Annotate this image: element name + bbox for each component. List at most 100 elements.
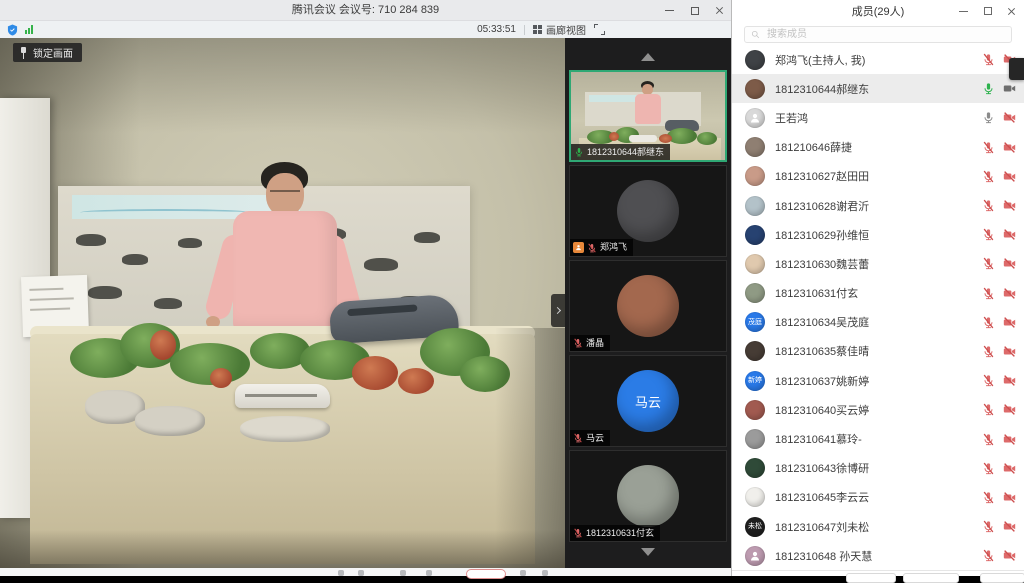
members-panel: 成员(29人) 郑鸿飞(主持人, 我) <box>731 0 1024 576</box>
mic-icon[interactable] <box>982 141 995 154</box>
member-row[interactable]: 1812310641慕玲- <box>732 424 1024 453</box>
camera-icon[interactable] <box>1003 287 1016 300</box>
toolbar-icon[interactable] <box>400 570 406 576</box>
maximize-icon[interactable] <box>981 5 994 18</box>
person-icon <box>749 550 761 562</box>
member-row[interactable]: 1812310631付玄 <box>732 279 1024 308</box>
mic-icon[interactable] <box>982 287 995 300</box>
maximize-icon[interactable] <box>688 4 701 17</box>
chevron-up-icon[interactable] <box>641 53 655 61</box>
member-row[interactable]: 1812310635蔡佳晴 <box>732 337 1024 366</box>
member-row[interactable]: 茂庭 1812310634吴茂庭 <box>732 308 1024 337</box>
member-av-controls <box>982 141 1016 154</box>
toolbar-icon[interactable] <box>426 570 432 576</box>
thumbnail-name: 1812310631付玄 <box>586 529 654 538</box>
camera-icon[interactable] <box>1003 170 1016 183</box>
toolbar-icon[interactable] <box>542 570 548 576</box>
mic-icon[interactable] <box>982 170 995 183</box>
member-row[interactable]: 1812310628谢君沂 <box>732 191 1024 220</box>
mic-icon[interactable] <box>982 374 995 387</box>
toolbar-icon[interactable] <box>358 570 364 576</box>
footer-button-cut[interactable] <box>903 573 959 583</box>
camera-icon[interactable] <box>1003 491 1016 504</box>
camera-icon[interactable] <box>1003 82 1016 95</box>
minimize-icon[interactable] <box>957 5 970 18</box>
mic-icon[interactable] <box>982 462 995 475</box>
member-row[interactable]: 181210646薛捷 <box>732 133 1024 162</box>
pin-view-button[interactable]: 锁定画面 <box>13 43 82 62</box>
thumbnail-name: 潘晶 <box>586 339 604 348</box>
mic-icon[interactable] <box>982 403 995 416</box>
mic-icon[interactable] <box>982 316 995 329</box>
mic-icon[interactable] <box>982 199 995 212</box>
chevron-down-icon[interactable] <box>641 548 655 556</box>
camera-icon[interactable] <box>1003 433 1016 446</box>
person-icon <box>749 112 761 124</box>
gallery-view-button[interactable]: 画廊视图 <box>533 22 586 37</box>
camera-icon[interactable] <box>1003 111 1016 124</box>
mic-icon[interactable] <box>573 338 583 348</box>
toolbar-icon[interactable] <box>520 570 526 576</box>
mic-icon[interactable] <box>982 111 995 124</box>
minimize-icon[interactable] <box>663 4 676 17</box>
member-row[interactable]: 1812310629孙维恒 <box>732 220 1024 249</box>
thumbnail-name: 1812310644郝继东 <box>587 148 664 157</box>
close-icon[interactable] <box>1005 5 1018 18</box>
camera-icon[interactable] <box>1003 141 1016 154</box>
mic-status-icon <box>573 433 583 443</box>
member-row[interactable]: 1812310640买云婷 <box>732 395 1024 424</box>
camera-icon[interactable] <box>1003 316 1016 329</box>
toolbar-icon[interactable] <box>338 570 344 576</box>
leave-meeting-button-cut[interactable] <box>466 569 506 579</box>
member-row[interactable]: 未松 1812310647刘未松 <box>732 512 1024 541</box>
camera-icon[interactable] <box>1003 549 1016 562</box>
member-avatar <box>745 50 765 70</box>
mic-icon[interactable] <box>982 257 995 270</box>
mic-icon[interactable] <box>982 433 995 446</box>
video-thumbnail[interactable]: 1812310631付玄 <box>569 450 727 542</box>
mic-icon[interactable] <box>574 147 584 157</box>
member-avatar <box>745 546 765 566</box>
video-thumbnail[interactable]: 郑鸿飞 <box>569 165 727 257</box>
video-thumbnail[interactable]: 马云 马云 <box>569 355 727 447</box>
camera-icon[interactable] <box>1003 462 1016 475</box>
mic-icon[interactable] <box>982 228 995 241</box>
member-name: 1812310630魏芸蕾 <box>775 256 982 272</box>
mic-icon[interactable] <box>587 243 597 253</box>
member-row[interactable]: 1812310630魏芸蕾 <box>732 249 1024 278</box>
member-row[interactable]: 王若鸿 <box>732 103 1024 132</box>
close-icon[interactable] <box>713 4 726 17</box>
mic-icon[interactable] <box>982 549 995 562</box>
member-name: 1812310644郝继东 <box>775 81 982 97</box>
scene-plant-red <box>210 368 232 388</box>
member-row[interactable]: 新婷 1812310637姚新婷 <box>732 366 1024 395</box>
member-row[interactable]: 1812310627赵田田 <box>732 162 1024 191</box>
member-row[interactable]: 1812310648 孙天慧 <box>732 541 1024 570</box>
collapse-strip-handle[interactable] <box>551 294 565 327</box>
camera-icon[interactable] <box>1003 403 1016 416</box>
member-row[interactable]: 1812310644郝继东 <box>732 74 1024 103</box>
mic-icon[interactable] <box>982 53 995 66</box>
member-row[interactable]: 1812310645李云云 <box>732 483 1024 512</box>
chevron-right-icon <box>553 307 560 314</box>
video-thumbnail[interactable]: 潘晶 <box>569 260 727 352</box>
camera-icon[interactable] <box>1003 228 1016 241</box>
mic-icon[interactable] <box>573 528 583 538</box>
fullscreen-icon[interactable] <box>594 24 605 35</box>
mic-icon[interactable] <box>982 345 995 358</box>
camera-icon[interactable] <box>1003 345 1016 358</box>
member-row[interactable]: 郑鸿飞(主持人, 我) <box>732 45 1024 74</box>
member-row[interactable]: 1812310643徐博研 <box>732 454 1024 483</box>
mic-icon[interactable] <box>982 82 995 95</box>
video-thumbnail[interactable]: 1812310644郝继东 <box>569 70 727 162</box>
camera-icon[interactable] <box>1003 257 1016 270</box>
mic-icon[interactable] <box>573 433 583 443</box>
camera-icon[interactable] <box>1003 374 1016 387</box>
camera-icon[interactable] <box>1003 520 1016 533</box>
mic-icon[interactable] <box>982 491 995 504</box>
camera-icon[interactable] <box>1003 199 1016 212</box>
member-search-input[interactable] <box>765 28 1005 41</box>
footer-button-cut[interactable] <box>846 573 896 583</box>
mic-icon[interactable] <box>982 520 995 533</box>
footer-button-cut[interactable] <box>980 573 1024 583</box>
